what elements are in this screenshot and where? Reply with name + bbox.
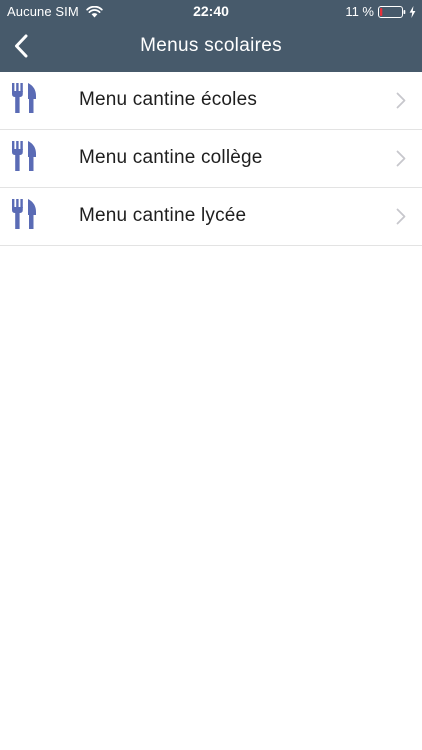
nav-bar: Menus scolaires xyxy=(0,22,422,72)
battery-status: 11 % xyxy=(345,4,416,19)
menu-item-lycee[interactable]: Menu cantine lycée xyxy=(0,188,422,246)
battery-icon xyxy=(378,5,406,18)
menu-item-college[interactable]: Menu cantine collège xyxy=(0,130,422,188)
battery-percent: 11 % xyxy=(345,4,374,19)
chevron-right-icon xyxy=(396,92,406,109)
menu-item-label: Menu cantine écoles xyxy=(79,89,258,110)
chevron-right-icon xyxy=(396,208,406,225)
cutlery-icon xyxy=(12,199,36,229)
charging-icon xyxy=(409,5,416,18)
menu-item-label: Menu cantine collège xyxy=(79,147,263,168)
cutlery-icon xyxy=(12,141,36,171)
chevron-right-icon xyxy=(396,150,406,167)
battery-level-fill xyxy=(380,7,383,16)
cutlery-icon xyxy=(12,83,36,113)
header: Aucune SIM 22:40 11 % Menus scolaires xyxy=(0,0,422,72)
menu-item-label: Menu cantine lycée xyxy=(79,205,247,226)
menu-item-ecoles[interactable]: Menu cantine écoles xyxy=(0,72,422,130)
menu-list: Menu cantine écoles Menu cantine collège xyxy=(0,72,422,246)
page-title: Menus scolaires xyxy=(140,35,282,56)
status-bar: Aucune SIM 22:40 11 % xyxy=(0,0,422,22)
screen: Aucune SIM 22:40 11 % Menus scolaires Me… xyxy=(0,0,422,750)
